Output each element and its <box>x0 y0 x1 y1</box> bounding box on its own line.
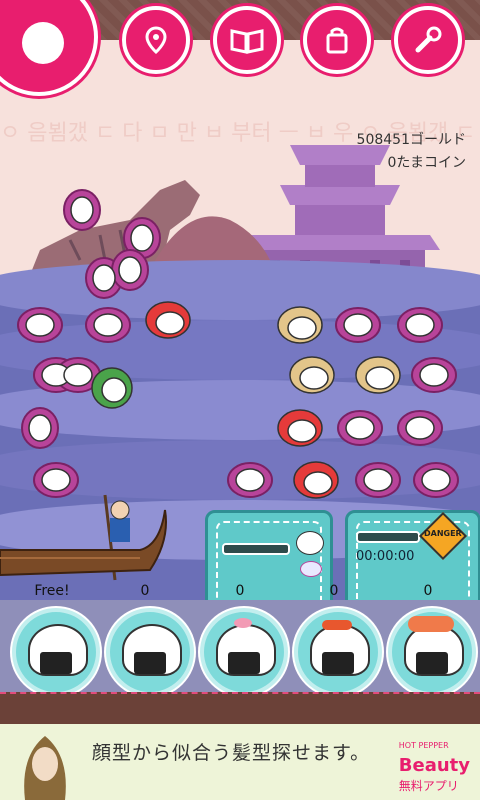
onigiri-slot-2[interactable] <box>106 608 194 696</box>
currency-display: 508451ゴールド 0たまコイン <box>357 129 466 175</box>
progress-bar <box>222 543 290 555</box>
wrench-icon <box>415 26 442 53</box>
book-icon <box>230 29 264 54</box>
gondola[interactable] <box>0 490 180 590</box>
settings-button[interactable] <box>394 6 462 74</box>
gold-amount: 508451ゴールド <box>356 132 466 148</box>
slot-count: Free! <box>34 583 70 599</box>
fish-characters[interactable] <box>0 180 480 500</box>
salmon-roe-icon <box>408 616 454 632</box>
ad-brand-top: HOT PEPPER <box>398 741 449 750</box>
bag-button[interactable] <box>303 6 371 74</box>
ad-brand-sub: 無料アプリ <box>398 779 459 793</box>
nori-icon <box>134 652 166 674</box>
logo-face-icon <box>22 22 64 64</box>
timer-bar <box>356 531 420 543</box>
salmon-roe-icon <box>322 620 352 630</box>
onigiri-slot-4[interactable] <box>294 608 382 696</box>
slot-count: 0 <box>423 583 433 599</box>
nori-icon <box>228 652 260 674</box>
slot-count: 0 <box>140 583 150 599</box>
onigiri-slot-3[interactable] <box>200 608 288 696</box>
onigiri-thumb-icon <box>296 531 324 555</box>
decorative-strip <box>0 692 480 726</box>
ad-brand: HOT PEPPER Beauty 無料アプリ <box>399 736 470 796</box>
onigiri-slot-5[interactable] <box>388 608 476 696</box>
nori-icon <box>40 652 72 674</box>
timer-text: 00:00:00 <box>356 549 415 564</box>
slot-count: 0 <box>235 583 245 599</box>
bow-icon <box>234 618 252 628</box>
onigiri-slot-1[interactable] <box>12 608 100 696</box>
nori-icon <box>322 652 354 674</box>
bag-icon <box>326 27 348 54</box>
ad-person-image <box>24 736 66 800</box>
ad-banner[interactable]: 顔型から似合う髪型探せます。 HOT PEPPER Beauty 無料アプリ <box>0 724 480 800</box>
game-scene[interactable]: ㅇ 음뵘갰 ㄷ 다 ㅁ 만 ㅂ 부터 ㅡ ㅂ 우 ㅇ 음뵘갰 ㄷ 다 00:00… <box>0 40 480 600</box>
ad-brand-name: Beauty <box>398 755 470 776</box>
ad-headline: 顔型から似合う髪型探せます。 <box>92 742 371 764</box>
nori-icon <box>416 652 448 674</box>
map-button[interactable] <box>122 6 190 74</box>
map-pin-icon <box>145 26 167 55</box>
slot-count: 0 <box>329 583 339 599</box>
fish-thumb-icon <box>300 561 322 577</box>
book-button[interactable] <box>213 6 281 74</box>
coin-amount: 0たまコイン <box>387 155 467 171</box>
danger-label: DANGER <box>424 529 462 538</box>
